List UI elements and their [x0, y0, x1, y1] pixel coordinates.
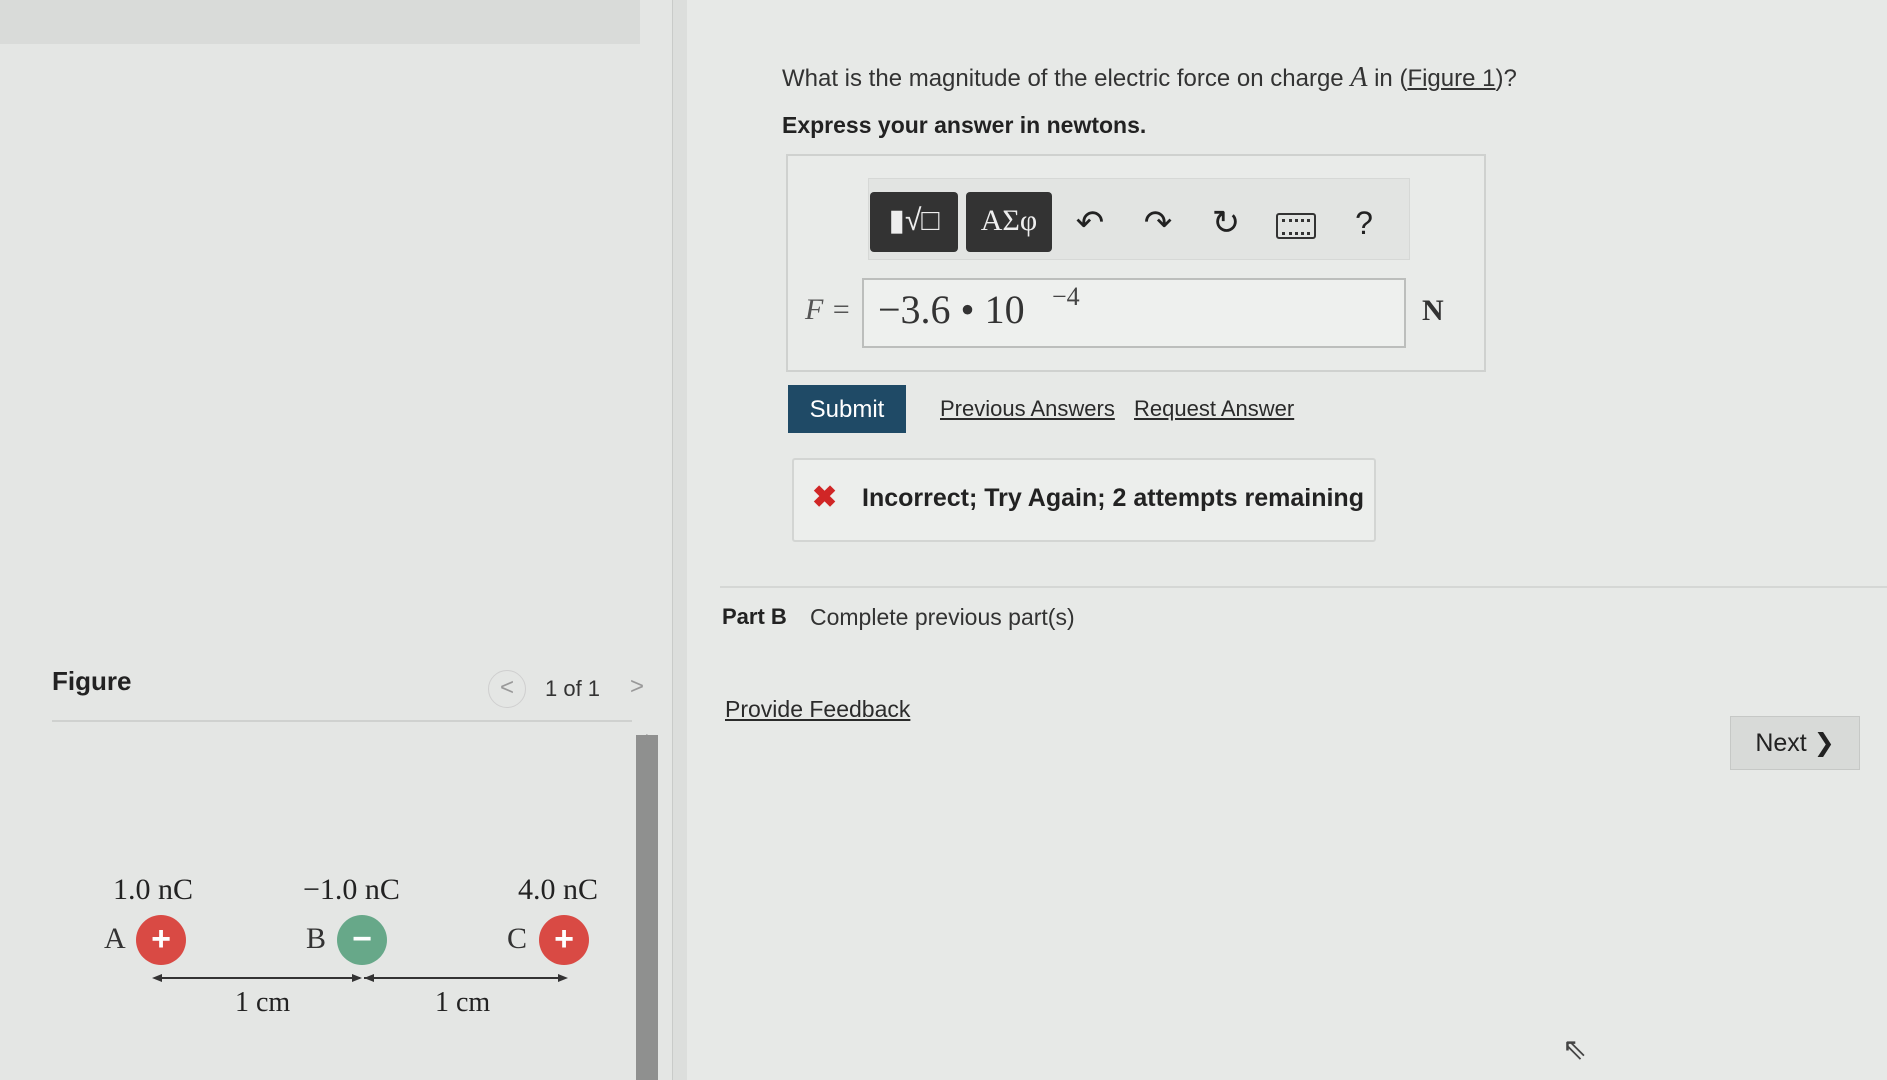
charge-a-value: 1.0 nC [113, 873, 194, 906]
figure-panel-topbar [0, 0, 640, 44]
question-mid: in ( [1374, 65, 1408, 92]
charge-b-value: −1.0 nC [303, 873, 400, 906]
undo-icon[interactable]: ↶ [1068, 198, 1112, 248]
charge-b-circle: − [337, 915, 387, 965]
distance-label-bc: 1 cm [435, 987, 491, 1018]
provide-feedback-link[interactable]: Provide Feedback [725, 696, 910, 723]
question-prefix: What is the magnitude of the electric fo… [782, 65, 1344, 92]
charge-a-label: A [104, 922, 126, 955]
x-icon: ✖ [812, 481, 838, 514]
figure-count: 1 of 1 [545, 676, 601, 701]
reset-icon[interactable]: ↻ [1204, 198, 1248, 248]
answer-unit: N [1422, 294, 1444, 327]
answer-exponent[interactable]: −4 [1052, 282, 1080, 312]
part-b-label[interactable]: Part B [722, 604, 787, 630]
keyboard-icon[interactable] [1276, 213, 1316, 239]
symbols-button[interactable]: ΑΣφ [966, 192, 1052, 252]
redo-icon[interactable]: ↷ [1136, 198, 1180, 248]
charge-symbol: A [1350, 62, 1368, 93]
arrowhead-mid-left-icon [352, 974, 362, 982]
next-button[interactable]: Next ❯ [1730, 716, 1860, 770]
charge-c-value: 4.0 nC [518, 873, 599, 906]
distance-arrows [152, 974, 568, 982]
question-suffix: )? [1495, 65, 1517, 92]
section-divider [720, 586, 1887, 588]
templates-button[interactable]: ▮√□ [870, 192, 958, 252]
submit-button[interactable]: Submit [788, 385, 906, 433]
figure-prev-button[interactable]: < [488, 670, 526, 708]
keyboard-keys [1282, 219, 1310, 235]
panel-divider[interactable] [672, 0, 687, 1080]
answer-value[interactable]: −3.6 • 10 [878, 286, 1025, 333]
charge-a-circle: + [136, 915, 186, 965]
previous-answers-link[interactable]: Previous Answers [940, 396, 1115, 422]
figure-link[interactable]: Figure 1 [1407, 65, 1495, 92]
feedback-text: Incorrect; Try Again; 2 attempts remaini… [862, 484, 1364, 512]
arrowhead-mid-right-icon [364, 974, 374, 982]
arrowhead-left-icon [152, 974, 162, 982]
part-b-status: Complete previous part(s) [810, 604, 1075, 630]
distance-label-ab: 1 cm [235, 987, 291, 1018]
figure-next-button[interactable]: > [622, 672, 652, 702]
figure-title: Figure [52, 666, 132, 696]
figure-header-divider [52, 720, 632, 722]
charge-c-circle: + [539, 915, 589, 965]
charge-c-label: C [507, 922, 528, 955]
question-text: What is the magnitude of the electric fo… [782, 62, 1517, 94]
request-answer-link[interactable]: Request Answer [1134, 396, 1294, 422]
mouse-pointer-icon: ⇖ [1562, 1033, 1588, 1066]
help-button[interactable]: ? [1342, 198, 1386, 248]
answer-variable: F = [805, 293, 852, 326]
charge-b-label: B [306, 922, 327, 955]
arrowhead-right-icon [558, 974, 568, 982]
figure-scrollbar[interactable] [636, 735, 658, 1080]
answer-instruction: Express your answer in newtons. [782, 112, 1147, 138]
